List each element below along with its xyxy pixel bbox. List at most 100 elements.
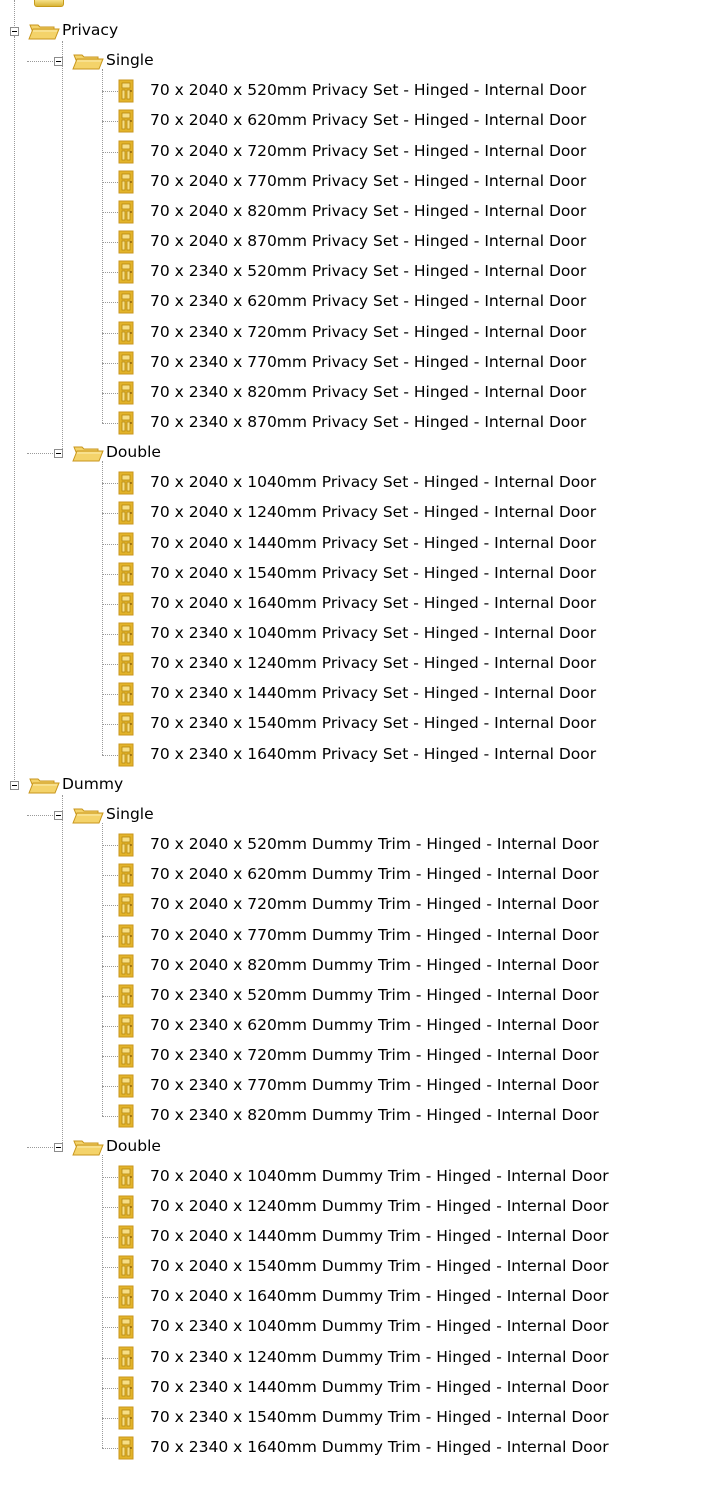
- tree-item[interactable]: 70 x 2340 x 1440mm Privacy Set - Hinged …: [150, 683, 596, 703]
- tree-item[interactable]: 70 x 2040 x 820mm Dummy Trim - Hinged - …: [150, 955, 599, 975]
- door-icon: [118, 863, 134, 887]
- tree-folder-dummy-single[interactable]: Single: [106, 804, 154, 824]
- tree-item[interactable]: 70 x 2040 x 620mm Dummy Trim - Hinged - …: [150, 864, 599, 884]
- door-icon: [118, 411, 134, 435]
- tree-item[interactable]: 70 x 2040 x 1440mm Dummy Trim - Hinged -…: [150, 1226, 609, 1246]
- tree-folder-dummy-double[interactable]: Double: [106, 1136, 161, 1156]
- tree-item[interactable]: 70 x 2040 x 770mm Dummy Trim - Hinged - …: [150, 925, 599, 945]
- tree-connector-vertical: [102, 1155, 103, 1448]
- door-icon: [118, 170, 134, 194]
- door-icon: [118, 260, 134, 284]
- tree-item[interactable]: 70 x 2340 x 520mm Privacy Set - Hinged -…: [150, 261, 586, 281]
- door-icon: [118, 712, 134, 736]
- door-icon: [118, 893, 134, 917]
- tree-item[interactable]: 70 x 2040 x 620mm Privacy Set - Hinged -…: [150, 110, 586, 130]
- tree-item[interactable]: 70 x 2340 x 770mm Dummy Trim - Hinged - …: [150, 1075, 599, 1095]
- tree-item[interactable]: 70 x 2340 x 820mm Dummy Trim - Hinged - …: [150, 1105, 599, 1125]
- door-icon: [118, 351, 134, 375]
- door-icon: [118, 1406, 134, 1430]
- tree-item[interactable]: 70 x 2340 x 1040mm Dummy Trim - Hinged -…: [150, 1316, 609, 1336]
- door-icon: [118, 140, 134, 164]
- tree-connector-horizontal: [27, 815, 53, 816]
- tree-folder-privacy[interactable]: Privacy: [62, 20, 118, 40]
- tree-connector-vertical: [102, 823, 103, 1116]
- door-icon: [118, 562, 134, 586]
- tree-item[interactable]: 70 x 2040 x 1240mm Dummy Trim - Hinged -…: [150, 1196, 609, 1216]
- tree-folder-privacy-double[interactable]: Double: [106, 442, 161, 462]
- tree-item[interactable]: 70 x 2340 x 720mm Privacy Set - Hinged -…: [150, 322, 586, 342]
- tree-item[interactable]: 70 x 2340 x 870mm Privacy Set - Hinged -…: [150, 412, 586, 432]
- tree-item[interactable]: 70 x 2040 x 720mm Dummy Trim - Hinged - …: [150, 894, 599, 914]
- tree-item[interactable]: 70 x 2340 x 620mm Privacy Set - Hinged -…: [150, 291, 586, 311]
- tree-item[interactable]: 70 x 2340 x 720mm Dummy Trim - Hinged - …: [150, 1045, 599, 1065]
- tree-item[interactable]: 70 x 2340 x 820mm Privacy Set - Hinged -…: [150, 382, 586, 402]
- tree-item[interactable]: 70 x 2040 x 870mm Privacy Set - Hinged -…: [150, 231, 586, 251]
- tree-view[interactable]: Privacy Single 70 x 2040 x 520mm Privacy S…: [0, 0, 720, 1510]
- partial-folder-icon: [34, 0, 64, 7]
- folder-open-icon: [72, 446, 104, 462]
- folder-open-icon: [72, 808, 104, 824]
- door-icon: [118, 230, 134, 254]
- door-icon: [118, 1074, 134, 1098]
- tree-item[interactable]: 70 x 2340 x 1440mm Dummy Trim - Hinged -…: [150, 1377, 609, 1397]
- tree-connector-vertical: [62, 41, 63, 453]
- tree-item[interactable]: 70 x 2040 x 1040mm Dummy Trim - Hinged -…: [150, 1166, 609, 1186]
- door-icon: [118, 833, 134, 857]
- tree-item[interactable]: 70 x 2340 x 520mm Dummy Trim - Hinged - …: [150, 985, 599, 1005]
- tree-connector-horizontal: [27, 61, 53, 62]
- tree-folder-privacy-single[interactable]: Single: [106, 50, 154, 70]
- door-icon: [118, 924, 134, 948]
- tree-item[interactable]: 70 x 2040 x 770mm Privacy Set - Hinged -…: [150, 171, 586, 191]
- tree-item[interactable]: 70 x 2340 x 1540mm Privacy Set - Hinged …: [150, 713, 596, 733]
- tree-connector-vertical: [102, 461, 103, 755]
- tree-item[interactable]: 70 x 2340 x 1240mm Dummy Trim - Hinged -…: [150, 1347, 609, 1367]
- tree-item[interactable]: 70 x 2340 x 1640mm Privacy Set - Hinged …: [150, 744, 596, 764]
- door-icon: [118, 532, 134, 556]
- tree-item[interactable]: 70 x 2340 x 770mm Privacy Set - Hinged -…: [150, 352, 586, 372]
- tree-item[interactable]: 70 x 2040 x 1540mm Privacy Set - Hinged …: [150, 563, 596, 583]
- tree-connector-vertical: [14, 0, 15, 26]
- folder-open-icon: [28, 24, 60, 40]
- door-icon: [118, 290, 134, 314]
- door-icon: [118, 682, 134, 706]
- tree-item[interactable]: 70 x 2040 x 1640mm Privacy Set - Hinged …: [150, 593, 596, 613]
- door-icon: [118, 622, 134, 646]
- tree-item[interactable]: 70 x 2040 x 1040mm Privacy Set - Hinged …: [150, 472, 596, 492]
- tree-item[interactable]: 70 x 2040 x 520mm Dummy Trim - Hinged - …: [150, 834, 599, 854]
- tree-connector-vertical: [102, 69, 103, 423]
- collapse-minus-icon[interactable]: [10, 781, 19, 790]
- door-icon: [118, 1104, 134, 1128]
- tree-item[interactable]: 70 x 2040 x 1540mm Dummy Trim - Hinged -…: [150, 1256, 609, 1276]
- door-icon: [118, 1165, 134, 1189]
- tree-item[interactable]: 70 x 2040 x 520mm Privacy Set - Hinged -…: [150, 80, 586, 100]
- tree-connector-horizontal: [27, 1147, 53, 1148]
- door-icon: [118, 743, 134, 767]
- tree-item[interactable]: 70 x 2040 x 1240mm Privacy Set - Hinged …: [150, 502, 596, 522]
- tree-item[interactable]: 70 x 2040 x 1440mm Privacy Set - Hinged …: [150, 533, 596, 553]
- door-icon: [118, 1376, 134, 1400]
- tree-item[interactable]: 70 x 2340 x 1640mm Dummy Trim - Hinged -…: [150, 1437, 609, 1457]
- collapse-minus-icon[interactable]: [10, 27, 19, 36]
- tree-item[interactable]: 70 x 2040 x 1640mm Dummy Trim - Hinged -…: [150, 1286, 609, 1306]
- tree-item[interactable]: 70 x 2340 x 1240mm Privacy Set - Hinged …: [150, 653, 596, 673]
- tree-item[interactable]: 70 x 2040 x 720mm Privacy Set - Hinged -…: [150, 141, 586, 161]
- door-icon: [118, 1315, 134, 1339]
- tree-item[interactable]: 70 x 2340 x 620mm Dummy Trim - Hinged - …: [150, 1015, 599, 1035]
- door-icon: [118, 381, 134, 405]
- door-icon: [118, 1255, 134, 1279]
- folder-open-icon: [72, 1140, 104, 1156]
- door-icon: [118, 1436, 134, 1460]
- tree-folder-dummy[interactable]: Dummy: [62, 774, 123, 794]
- tree-item[interactable]: 70 x 2340 x 1040mm Privacy Set - Hinged …: [150, 623, 596, 643]
- door-icon: [118, 1346, 134, 1370]
- tree-item[interactable]: 70 x 2340 x 1540mm Dummy Trim - Hinged -…: [150, 1407, 609, 1427]
- door-icon: [118, 471, 134, 495]
- folder-open-icon: [72, 54, 104, 70]
- tree-item[interactable]: 70 x 2040 x 820mm Privacy Set - Hinged -…: [150, 201, 586, 221]
- door-icon: [118, 321, 134, 345]
- door-icon: [118, 109, 134, 133]
- door-icon: [118, 954, 134, 978]
- door-icon: [118, 79, 134, 103]
- door-icon: [118, 592, 134, 616]
- door-icon: [118, 1285, 134, 1309]
